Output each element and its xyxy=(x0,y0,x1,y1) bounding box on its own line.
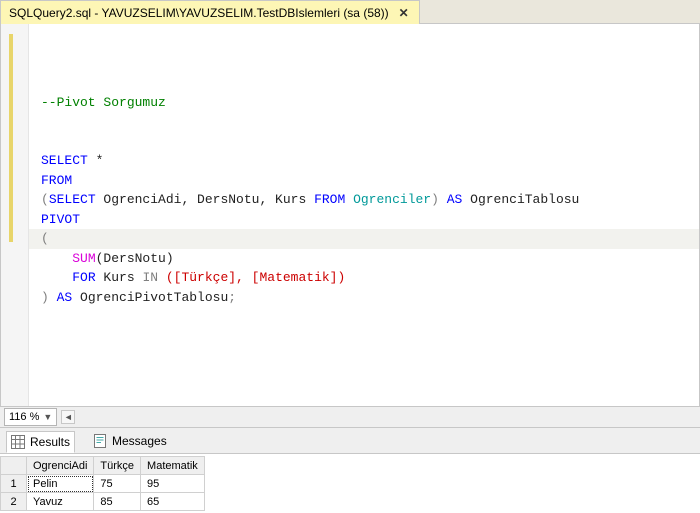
results-tab-bar: Results Messages xyxy=(0,428,700,454)
kw-select: SELECT xyxy=(49,192,96,207)
col-header[interactable]: Matematik xyxy=(141,457,205,475)
zoom-value: 116 % xyxy=(9,411,39,423)
kw-from: FROM xyxy=(314,192,345,207)
zoom-bar: 116 % ▼ ◄ xyxy=(0,406,700,428)
chevron-down-icon: ▼ xyxy=(43,412,52,422)
code-content: --Pivot Sorgumuz SELECT * FROM (SELECT O… xyxy=(41,93,687,308)
cell[interactable]: Pelin xyxy=(27,475,94,493)
cell[interactable]: 65 xyxy=(141,493,205,511)
kw-select: SELECT xyxy=(41,153,88,168)
cell[interactable]: 85 xyxy=(94,493,141,511)
header-row: OgrenciAdi Türkçe Matematik xyxy=(1,457,205,475)
sql-editor[interactable]: --Pivot Sorgumuz SELECT * FROM (SELECT O… xyxy=(0,24,700,406)
fn-sum: SUM xyxy=(72,251,95,266)
tab-title: SQLQuery2.sql - YAVUZSELIM\YAVUZSELIM.Te… xyxy=(9,6,389,20)
kw-for: FOR xyxy=(72,270,95,285)
kw-as: AS xyxy=(49,290,80,305)
code-area[interactable]: --Pivot Sorgumuz SELECT * FROM (SELECT O… xyxy=(29,24,699,406)
cell[interactable]: Yavuz xyxy=(27,493,94,511)
grid-icon xyxy=(11,435,25,449)
col-header[interactable]: Türkçe xyxy=(94,457,141,475)
results-grid[interactable]: OgrenciAdi Türkçe Matematik 1 Pelin 75 9… xyxy=(0,456,205,511)
tab-results[interactable]: Results xyxy=(6,431,75,453)
change-marker xyxy=(9,34,13,242)
tab-messages-label: Messages xyxy=(112,434,167,448)
kw-pivot: PIVOT xyxy=(41,212,80,227)
row-number[interactable]: 2 xyxy=(1,493,27,511)
results-grid-wrap: OgrenciAdi Türkçe Matematik 1 Pelin 75 9… xyxy=(0,454,700,513)
tab-bar: SQLQuery2.sql - YAVUZSELIM\YAVUZSELIM.Te… xyxy=(0,0,700,24)
editor-gutter xyxy=(1,24,29,406)
tab-messages[interactable]: Messages xyxy=(89,431,171,451)
kw-as: AS xyxy=(439,192,470,207)
close-icon[interactable]: ✕ xyxy=(397,6,411,20)
scroll-left-button[interactable]: ◄ xyxy=(61,410,75,424)
document-icon xyxy=(93,434,107,448)
grid-corner[interactable] xyxy=(1,457,27,475)
cell[interactable]: 75 xyxy=(94,475,141,493)
sql-comment: --Pivot Sorgumuz xyxy=(41,95,166,110)
kw-in: IN xyxy=(142,270,158,285)
col-header[interactable]: OgrenciAdi xyxy=(27,457,94,475)
table-row[interactable]: 1 Pelin 75 95 xyxy=(1,475,205,493)
table-row[interactable]: 2 Yavuz 85 65 xyxy=(1,493,205,511)
cell[interactable]: 95 xyxy=(141,475,205,493)
document-tab[interactable]: SQLQuery2.sql - YAVUZSELIM\YAVUZSELIM.Te… xyxy=(0,0,420,24)
zoom-dropdown[interactable]: 116 % ▼ xyxy=(4,408,57,426)
row-number[interactable]: 1 xyxy=(1,475,27,493)
kw-from: FROM xyxy=(41,173,72,188)
tab-results-label: Results xyxy=(30,435,70,449)
